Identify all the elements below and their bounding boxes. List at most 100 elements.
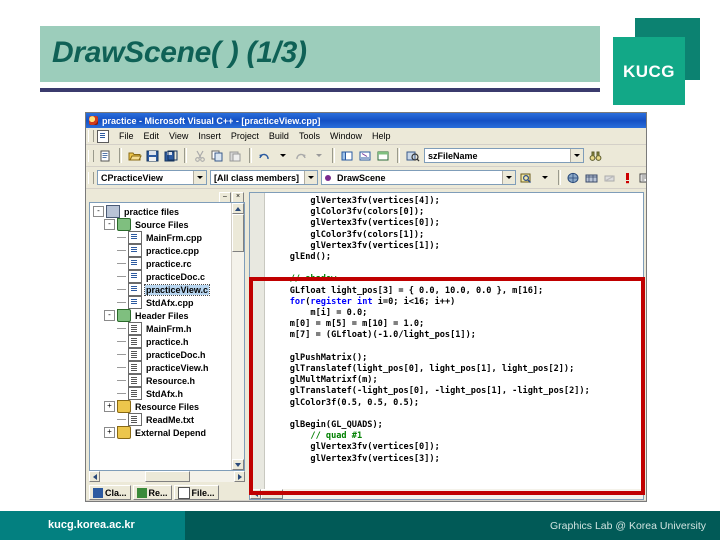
open-folder-icon[interactable] <box>126 148 143 164</box>
tree-scroll-track[interactable] <box>232 252 244 459</box>
breakpoint-icon[interactable] <box>619 170 636 186</box>
new-file-icon[interactable] <box>97 148 114 164</box>
tree-hscroll-thumb[interactable] <box>144 471 190 482</box>
find-input[interactable]: szFileName <box>425 151 570 161</box>
editor-gutter[interactable] <box>250 193 265 489</box>
members-combo-chevron-down-icon[interactable] <box>304 171 317 184</box>
collapse-toggle-icon[interactable]: - <box>93 206 104 217</box>
expand-toggle-icon[interactable]: + <box>104 427 115 438</box>
collapse-toggle-icon[interactable]: - <box>104 310 115 321</box>
tree-item[interactable]: Resource.h <box>93 374 231 387</box>
expand-toggle-icon[interactable]: + <box>104 401 115 412</box>
function-combo-chevron-down-icon[interactable] <box>502 171 515 184</box>
go-to-definition-icon[interactable] <box>518 170 535 186</box>
source-code-text[interactable]: glVertex3fv(vertices[4]); glColor3fv(col… <box>265 193 643 489</box>
tree-item[interactable]: StdAfx.h <box>93 387 231 400</box>
scroll-left-arrow-icon[interactable] <box>89 471 100 482</box>
tree-item[interactable]: - Source Files <box>93 218 231 231</box>
tree-item[interactable]: practice.rc <box>93 257 231 270</box>
tree-item[interactable]: practice.h <box>93 335 231 348</box>
tree-connector-line <box>117 246 126 255</box>
tree-item[interactable]: StdAfx.cpp <box>93 296 231 309</box>
tree-item[interactable]: + Resource Files <box>93 400 231 413</box>
menu-help[interactable]: Help <box>367 131 396 141</box>
tab-file-view[interactable]: File... <box>173 485 219 500</box>
class-combo-value[interactable]: CPracticeView <box>98 173 193 183</box>
tree-item[interactable]: - Header Files <box>93 309 231 322</box>
undo-icon[interactable] <box>256 148 273 164</box>
tree-item[interactable]: practiceDoc.c <box>93 270 231 283</box>
tree-vertical-scrollbar[interactable] <box>231 203 244 470</box>
source-editor[interactable]: glVertex3fv(vertices[4]); glColor3fv(col… <box>249 192 644 489</box>
collapse-toggle-icon[interactable]: - <box>104 219 115 230</box>
tree-item[interactable]: practiceView.h <box>93 361 231 374</box>
wizard-bar-toolbar: CPracticeView [All class members] DrawSc… <box>86 167 646 189</box>
tree-item[interactable]: MainFrm.cpp <box>93 231 231 244</box>
page-title: DrawScene( ) (1/3) <box>52 36 307 69</box>
menu-build[interactable]: Build <box>264 131 294 141</box>
find-in-files-icon[interactable] <box>404 148 421 164</box>
stop-build-icon[interactable] <box>601 170 618 186</box>
editor-hscroll-thumb[interactable] <box>261 489 283 499</box>
menu-project[interactable]: Project <box>226 131 264 141</box>
scroll-down-arrow-icon[interactable] <box>232 459 244 470</box>
tree-item[interactable]: + External Depend <box>93 426 231 439</box>
scroll-up-arrow-icon[interactable] <box>232 203 244 214</box>
function-combo[interactable]: DrawScene <box>321 170 516 185</box>
workspace-window-icon[interactable] <box>339 148 356 164</box>
cut-icon[interactable] <box>191 148 208 164</box>
editor-scroll-left-arrow-icon[interactable] <box>250 489 261 499</box>
source-editor-pane: glVertex3fv(vertices[4]); glColor3fv(col… <box>249 192 644 500</box>
menu-view[interactable]: View <box>164 131 193 141</box>
tab-resource-view[interactable]: Re... <box>132 485 172 500</box>
tree-item[interactable]: MainFrm.h <box>93 322 231 335</box>
tree-horizontal-scrollbar[interactable] <box>89 471 245 482</box>
menu-file[interactable]: File <box>114 131 139 141</box>
menu-edit[interactable]: Edit <box>139 131 165 141</box>
build-icon[interactable] <box>583 170 600 186</box>
save-all-icon[interactable] <box>162 148 179 164</box>
menu-insert[interactable]: Insert <box>193 131 226 141</box>
wizardbar-grip[interactable] <box>88 171 94 184</box>
go-to-dropdown-arrow-icon[interactable] <box>536 170 553 186</box>
undo-dropdown-arrow-icon[interactable] <box>274 148 291 164</box>
menubar-grip[interactable] <box>88 130 94 142</box>
save-icon[interactable] <box>144 148 161 164</box>
tree-hscroll-track-right[interactable] <box>189 471 234 482</box>
redo-dropdown-arrow-icon[interactable] <box>310 148 327 164</box>
binoculars-icon[interactable] <box>587 148 604 164</box>
tree-item[interactable]: practiceView.c <box>93 283 231 296</box>
paste-icon[interactable] <box>227 148 244 164</box>
find-combo-chevron-down-icon[interactable] <box>570 149 583 162</box>
toolbar-grip[interactable] <box>88 149 94 162</box>
tree-item[interactable]: practiceDoc.h <box>93 348 231 361</box>
minimize-pane-button[interactable]: – <box>219 191 231 203</box>
tab-class-view[interactable]: Cla... <box>89 485 131 500</box>
tree-hscroll-track-left[interactable] <box>100 471 145 482</box>
menu-window[interactable]: Window <box>325 131 367 141</box>
find-combo[interactable]: szFileName <box>424 148 584 163</box>
execute-icon[interactable] <box>637 170 646 186</box>
compile-icon[interactable] <box>565 170 582 186</box>
tree-scroll-thumb[interactable] <box>232 214 244 252</box>
output-window-icon[interactable] <box>357 148 374 164</box>
properties-icon[interactable] <box>375 148 392 164</box>
file-tree[interactable]: - practice files - Source Files MainFrm.cpp p… <box>90 203 231 470</box>
redo-icon[interactable] <box>292 148 309 164</box>
members-combo-value[interactable]: [All class members] <box>211 173 304 183</box>
class-combo[interactable]: CPracticeView <box>97 170 207 185</box>
tree-item[interactable]: practice.cpp <box>93 244 231 257</box>
editor-horizontal-scrollbar[interactable] <box>249 489 644 500</box>
menu-tools[interactable]: Tools <box>294 131 325 141</box>
tree-item[interactable]: - practice files <box>93 205 231 218</box>
function-combo-value[interactable]: DrawScene <box>334 173 502 183</box>
members-combo[interactable]: [All class members] <box>210 170 318 185</box>
scroll-right-arrow-icon[interactable] <box>234 471 245 482</box>
tree-connector-line <box>117 233 126 242</box>
copy-icon[interactable] <box>209 148 226 164</box>
close-pane-button[interactable]: × <box>232 191 244 203</box>
editor-hscroll-track[interactable] <box>283 489 643 499</box>
class-combo-chevron-down-icon[interactable] <box>193 171 206 184</box>
tree-item[interactable]: ReadMe.txt <box>93 413 231 426</box>
code-line: m[i] = 0.0; <box>269 308 368 319</box>
